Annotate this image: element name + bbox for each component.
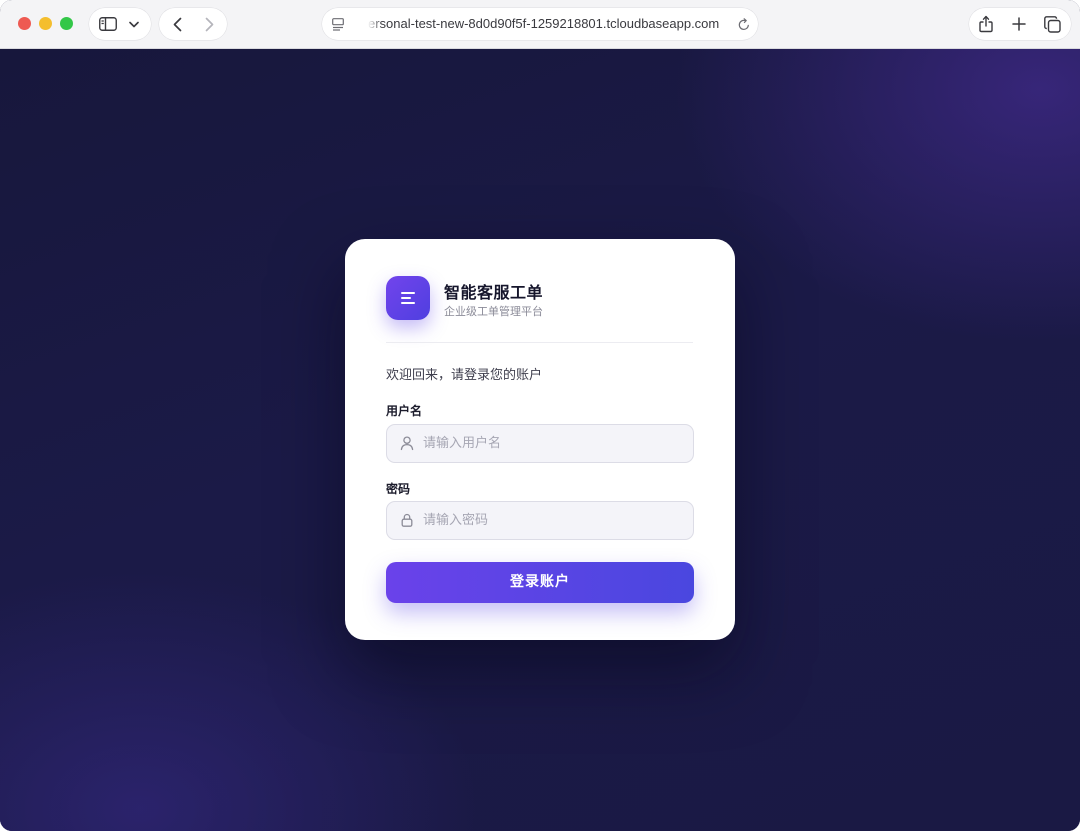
username-field[interactable] — [386, 424, 694, 463]
divider — [386, 342, 693, 343]
zoom-window-button[interactable] — [60, 17, 73, 30]
welcome-text: 欢迎回来，请登录您的账户 — [386, 368, 543, 383]
address-bar[interactable]: ersonal-test-new-8d0d90f5f-1259218801.tc… — [322, 8, 758, 40]
page-background: 智能客服工单 企业级工单管理平台 欢迎回来，请登录您的账户 用户名 密码 登录账… — [0, 49, 1080, 831]
lock-icon — [399, 512, 415, 528]
navigation-group — [159, 8, 227, 40]
plus-icon[interactable] — [1008, 8, 1030, 40]
tabs-icon[interactable] — [1041, 8, 1063, 40]
username-input[interactable] — [423, 425, 681, 462]
reload-icon[interactable] — [736, 8, 752, 40]
brand-subtitle: 企业级工单管理平台 — [444, 305, 543, 318]
menu-lines-icon — [386, 276, 430, 320]
url-text: ersonal-test-new-8d0d90f5f-1259218801.tc… — [368, 16, 720, 31]
chevron-down-icon[interactable] — [125, 8, 143, 40]
username-label: 用户名 — [386, 404, 423, 418]
share-icon[interactable] — [975, 8, 997, 40]
close-window-button[interactable] — [18, 17, 31, 30]
password-field[interactable] — [386, 501, 694, 540]
browser-toolbar: ersonal-test-new-8d0d90f5f-1259218801.tc… — [0, 0, 1080, 49]
login-card: 智能客服工单 企业级工单管理平台 欢迎回来，请登录您的账户 用户名 密码 登录账… — [345, 239, 735, 640]
login-button[interactable]: 登录账户 — [386, 562, 694, 603]
user-icon — [399, 435, 415, 451]
forward-icon[interactable] — [197, 8, 221, 40]
page-icon — [330, 8, 346, 40]
minimize-window-button[interactable] — [39, 17, 52, 30]
password-input[interactable] — [423, 502, 681, 539]
browser-actions-group — [969, 8, 1071, 40]
sidebar-toggle-group — [89, 8, 151, 40]
browser-window: ersonal-test-new-8d0d90f5f-1259218801.tc… — [0, 0, 1080, 831]
brand-title: 智能客服工单 — [444, 283, 544, 302]
sidebar-icon[interactable] — [97, 8, 119, 40]
password-label: 密码 — [386, 482, 411, 496]
back-icon[interactable] — [165, 8, 189, 40]
